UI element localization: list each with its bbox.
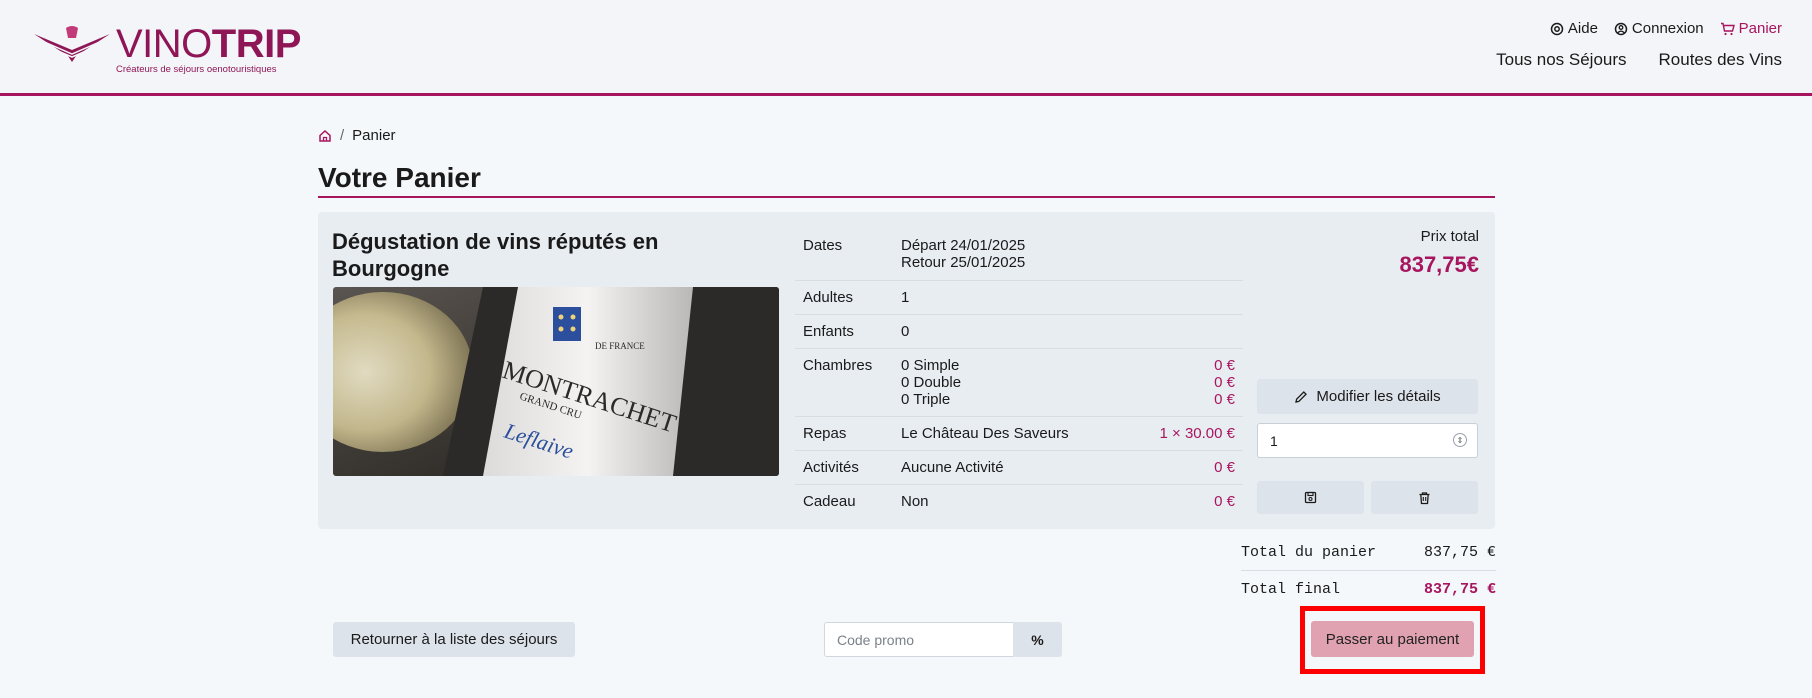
detail-label: Repas [803, 425, 847, 442]
nav-wine-routes[interactable]: Routes des Vins [1659, 50, 1782, 70]
detail-price [1123, 323, 1243, 340]
breadcrumb-separator: / [340, 127, 345, 144]
apply-promo-button[interactable]: % [1013, 622, 1062, 657]
room-double-price: 0 € [1214, 374, 1235, 391]
breadcrumb: / Panier [318, 127, 396, 144]
svg-text:DE FRANCE: DE FRANCE [595, 341, 645, 351]
room-triple-price: 0 € [1214, 391, 1235, 408]
trip-details-table: Dates Départ 24/01/2025 Retour 25/01/202… [795, 228, 1243, 518]
promo-code-group: % [824, 622, 1062, 657]
detail-value: 1 [901, 289, 910, 306]
logo-tagline: Créateurs de séjours oenotouristiques [116, 64, 277, 75]
breadcrumb-current: Panier [352, 127, 396, 144]
detail-label: Activités [803, 459, 859, 476]
detail-value: 0 Simple 0 Double 0 Triple [901, 357, 1123, 408]
stepper-arrows-icon[interactable]: ⇕ [1453, 433, 1467, 447]
cart-link[interactable]: Panier [1720, 20, 1782, 37]
detail-value: Départ 24/01/2025 Retour 25/01/2025 [901, 237, 1123, 271]
detail-label: Dates [803, 237, 843, 254]
room-double: 0 Double [901, 374, 962, 391]
detail-price: 0 € 0 € 0 € [1123, 357, 1243, 408]
trash-icon [1419, 491, 1430, 504]
detail-price [1123, 289, 1243, 306]
back-to-stays-button[interactable]: Retourner à la liste des séjours [333, 622, 575, 657]
detail-value: Aucune Activité [901, 459, 1004, 476]
pencil-icon [1295, 390, 1308, 403]
nav-all-stays[interactable]: Tous nos Séjours [1496, 50, 1626, 70]
detail-row-gift: Cadeau Non 0 € [795, 485, 1243, 518]
cart-label: Panier [1738, 20, 1782, 37]
user-circle-icon [1614, 22, 1628, 35]
detail-row-meals: Repas Le Château Des Saveurs 1 × 30.00 € [795, 417, 1243, 451]
room-single: 0 Simple [901, 357, 960, 374]
lifebuoy-icon [1550, 22, 1564, 35]
detail-label: Enfants [803, 323, 854, 340]
help-label: Aide [1567, 20, 1598, 37]
floppy-disk-icon [1304, 491, 1317, 504]
help-link[interactable]: Aide [1550, 20, 1598, 37]
cart-icon [1720, 22, 1735, 35]
trip-image: MONTRACHET GRAND CRU DE FRANCE Leflaive [333, 287, 779, 476]
promo-code-input[interactable] [824, 622, 1013, 657]
vinotrip-logo[interactable]: VINOTRIP Créateurs de séjours oenotouris… [32, 20, 301, 80]
top-links: Aide Connexion Panier [1550, 20, 1782, 37]
wings-logo-icon [34, 26, 110, 62]
detail-row-children: Enfants 0 [795, 315, 1243, 349]
login-link[interactable]: Connexion [1614, 20, 1704, 37]
logo-word-light: VINO [116, 22, 212, 66]
quantity-value: 1 [1270, 432, 1278, 449]
final-total-label: Total final [1241, 581, 1341, 598]
logo-wordmark: VINOTRIP [116, 22, 301, 66]
detail-price: 0 € [1214, 493, 1235, 510]
return-date: Retour 25/01/2025 [901, 254, 1026, 271]
detail-value: 0 [901, 323, 910, 340]
departure-date: Départ 24/01/2025 [901, 237, 1026, 254]
site-header: VINOTRIP Créateurs de séjours oenotouris… [0, 0, 1812, 96]
logo-word-bold: TRIP [211, 22, 302, 66]
delete-button[interactable] [1371, 481, 1478, 514]
room-single-price: 0 € [1214, 357, 1235, 374]
total-price-value: 837,75€ [1399, 252, 1479, 277]
detail-label: Chambres [803, 357, 873, 374]
cart-total-label: Total du panier [1241, 544, 1377, 561]
cart-totals: Total du panier 837,75 € Total final 837… [1241, 540, 1496, 602]
detail-label: Cadeau [803, 493, 856, 510]
modify-details-label: Modifier les détails [1316, 388, 1441, 405]
quantity-stepper[interactable]: 1 ⇕ [1257, 423, 1478, 458]
detail-price: 0 € [1214, 459, 1235, 476]
detail-label: Adultes [803, 289, 854, 306]
save-button[interactable] [1257, 481, 1364, 514]
detail-price [1123, 237, 1243, 271]
final-total-row: Total final 837,75 € [1241, 571, 1496, 602]
detail-row-rooms: Chambres 0 Simple 0 Double 0 Triple 0 € … [795, 349, 1243, 417]
final-total-value: 837,75 € [1423, 581, 1496, 598]
cart-total-row: Total du panier 837,75 € [1241, 540, 1496, 571]
cart-total-value: 837,75 € [1423, 544, 1496, 561]
detail-row-activities: Activités Aucune Activité 0 € [795, 451, 1243, 485]
page-title: Votre Panier [318, 162, 481, 193]
wine-bottle-image: MONTRACHET GRAND CRU DE FRANCE Leflaive [333, 287, 779, 476]
detail-value: Le Château Des Saveurs [901, 425, 1069, 442]
trip-title: Dégustation de vins réputés en Bourgogne [332, 229, 659, 281]
detail-price: 1 × 30.00 € [1159, 425, 1235, 442]
modify-details-button[interactable]: Modifier les détails [1257, 379, 1478, 414]
title-divider [318, 196, 1495, 198]
home-icon[interactable] [318, 129, 332, 143]
detail-value: Non [901, 493, 929, 510]
detail-row-dates: Dates Départ 24/01/2025 Retour 25/01/202… [795, 228, 1243, 281]
room-triple: 0 Triple [901, 391, 951, 408]
main-nav: Tous nos Séjours Routes des Vins [1496, 50, 1782, 70]
detail-row-adults: Adultes 1 [795, 281, 1243, 315]
proceed-to-payment-button[interactable]: Passer au paiement [1311, 621, 1474, 657]
total-price-label: Prix total [1420, 228, 1479, 245]
login-label: Connexion [1631, 20, 1704, 37]
